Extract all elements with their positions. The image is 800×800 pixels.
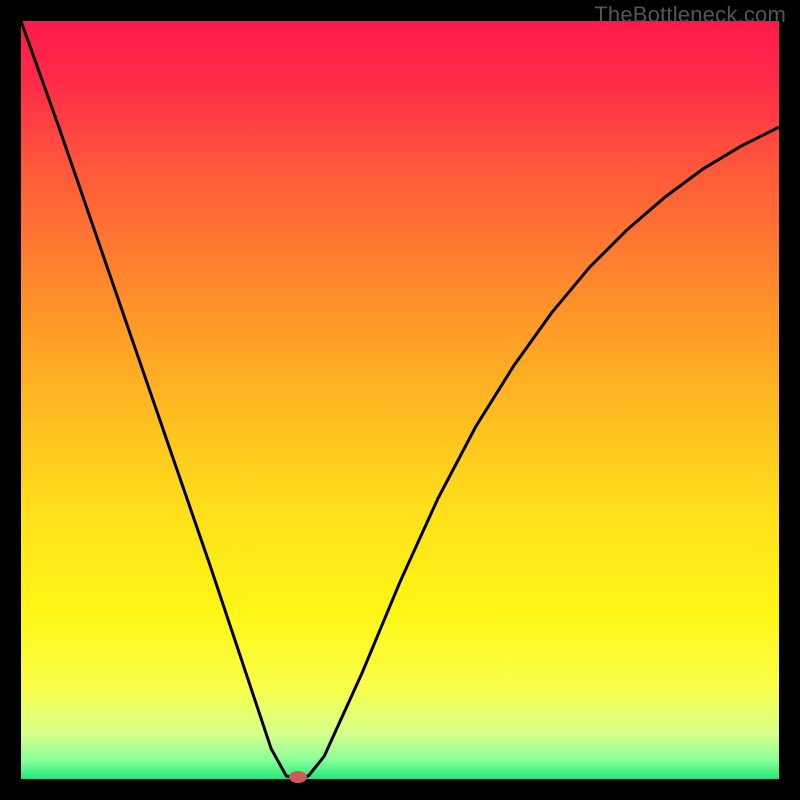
chart-frame (21, 21, 779, 779)
optimum-marker (289, 771, 307, 783)
chart-curve (21, 21, 779, 779)
watermark-text: TheBottleneck.com (594, 2, 786, 28)
bottleneck-curve-path (21, 21, 779, 777)
